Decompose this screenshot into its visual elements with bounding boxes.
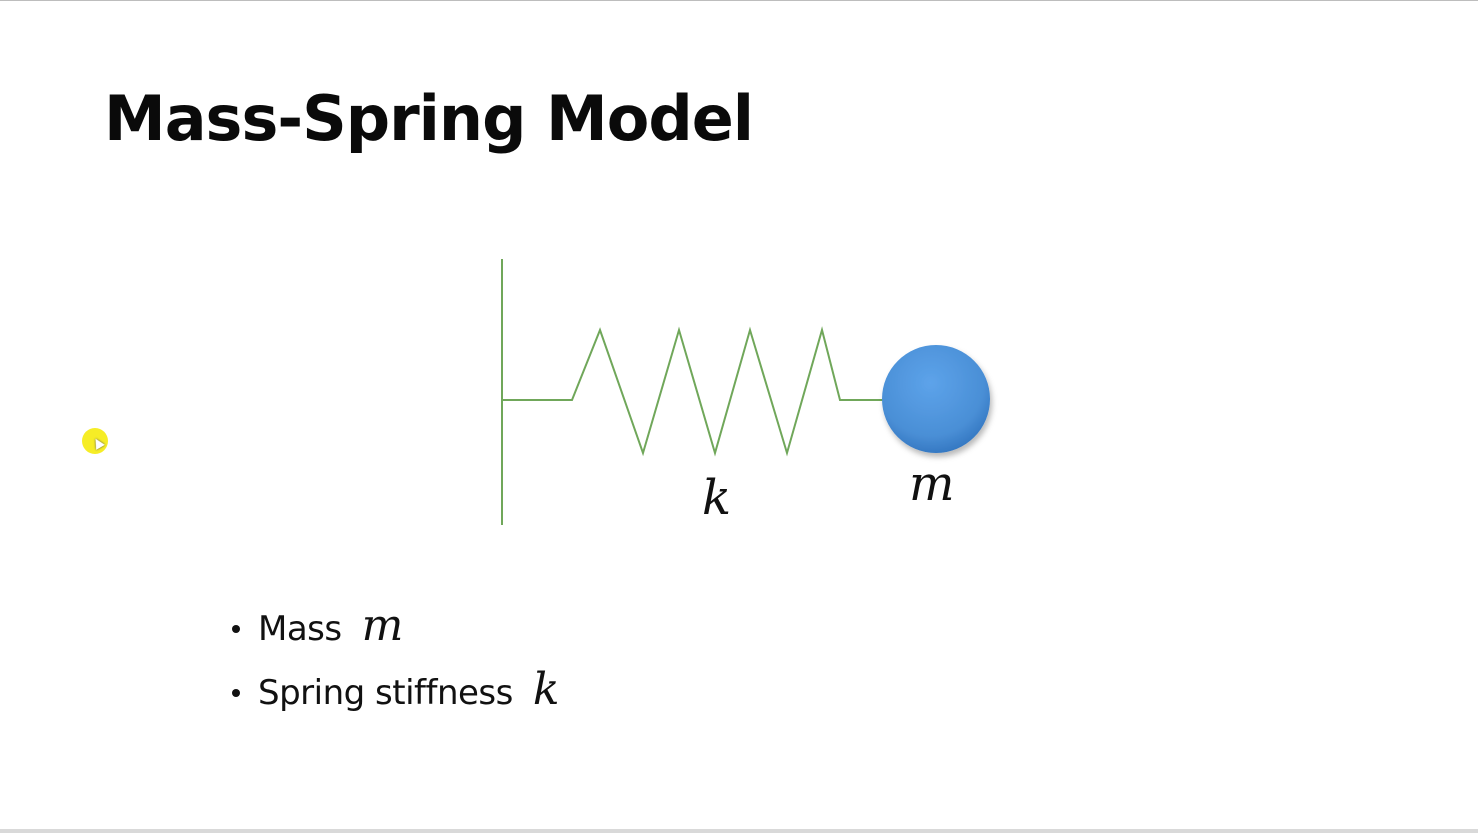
bullet-variable: k [532, 663, 560, 715]
bullet-text: Mass [258, 609, 342, 649]
bullet-text: Spring stiffness [258, 673, 513, 713]
slide: Mass-Spring Model k m Mass m Spring stif [0, 0, 1478, 833]
mass-label-m: m [909, 456, 955, 512]
bullet-item-mass: Mass m [232, 597, 560, 661]
bullet-list: Mass m Spring stiffness k [232, 597, 560, 725]
bottom-border [0, 829, 1478, 833]
mass-ball [882, 345, 990, 453]
spring-label-k: k [702, 470, 731, 526]
bullet-item-stiffness: Spring stiffness k [232, 661, 560, 725]
mass-spring-diagram: k m [501, 259, 990, 526]
bullet-dot-icon [232, 625, 240, 633]
spring-zigzag [502, 326, 884, 457]
bullet-variable: m [361, 599, 404, 651]
bullet-dot-icon [232, 689, 240, 697]
